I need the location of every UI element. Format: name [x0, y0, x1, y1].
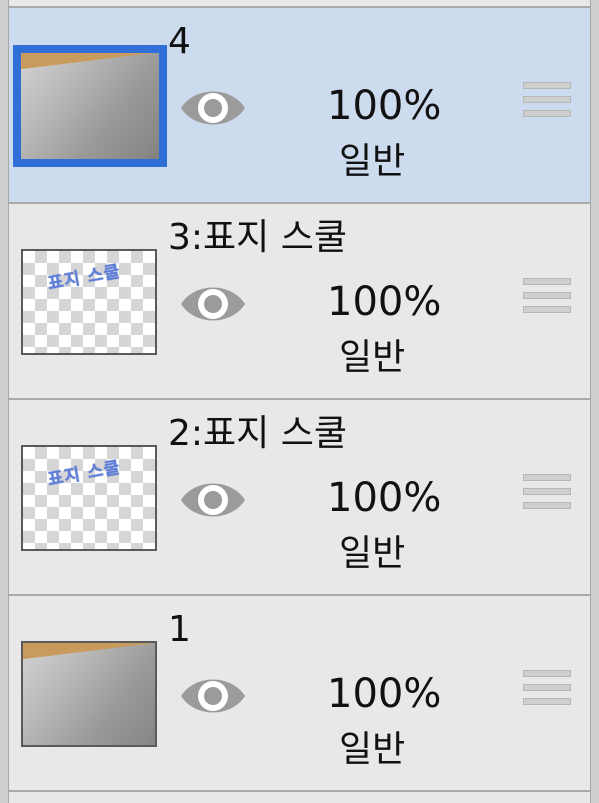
layer-row-2[interactable]: 표지 스쿨 2:표지 스쿨 100% 일반 — [9, 400, 590, 596]
drag-handle-icon[interactable] — [523, 474, 573, 522]
drag-handle-icon[interactable] — [523, 278, 573, 326]
layer-thumbnail[interactable]: 표지 스쿨 — [21, 445, 157, 551]
layer-row-1[interactable]: 1 100% 일반 — [9, 596, 590, 792]
thumbnail-text: 표지 스쿨 — [46, 261, 123, 295]
transparent-checker: 표지 스쿨 — [23, 251, 155, 353]
thumbnail-text: 표지 스쿨 — [46, 457, 123, 491]
eye-icon[interactable] — [179, 670, 247, 722]
layer-blend-mode: 일반 — [339, 729, 406, 770]
layer-opacity: 100% — [327, 279, 442, 325]
layer-opacity: 100% — [327, 475, 442, 521]
layer-thumbnail[interactable] — [13, 45, 167, 167]
transparent-checker: 표지 스쿨 — [23, 447, 155, 549]
layer-panel: 4 100% 일반 표지 스쿨 3:표지 스쿨 100% 일반 표지 스쿨 2:… — [8, 0, 591, 803]
layer-blend-mode: 일반 — [339, 533, 406, 574]
drag-handle-icon[interactable] — [523, 82, 573, 130]
layer-thumbnail[interactable]: 표지 스쿨 — [21, 249, 157, 355]
layer-blend-mode: 일반 — [339, 337, 406, 378]
paper-texture-image — [23, 643, 155, 745]
layer-thumbnail[interactable] — [21, 641, 157, 747]
eye-icon[interactable] — [179, 278, 247, 330]
eye-icon[interactable] — [179, 82, 247, 134]
paper-texture-image — [21, 53, 159, 159]
panel-top-divider — [9, 0, 590, 8]
layer-opacity: 100% — [327, 671, 442, 717]
layer-list: 4 100% 일반 표지 스쿨 3:표지 스쿨 100% 일반 표지 스쿨 2:… — [9, 8, 590, 792]
layer-name: 1 — [168, 609, 191, 650]
eye-icon[interactable] — [179, 474, 247, 526]
layer-blend-mode: 일반 — [339, 141, 406, 182]
drag-handle-icon[interactable] — [523, 670, 573, 718]
layer-row-4[interactable]: 4 100% 일반 — [9, 8, 590, 204]
layer-row-3[interactable]: 표지 스쿨 3:표지 스쿨 100% 일반 — [9, 204, 590, 400]
layer-name: 4 — [168, 21, 191, 62]
layer-name: 3:표지 스쿨 — [168, 217, 347, 258]
layer-opacity: 100% — [327, 83, 442, 129]
layer-name: 2:표지 스쿨 — [168, 413, 347, 454]
